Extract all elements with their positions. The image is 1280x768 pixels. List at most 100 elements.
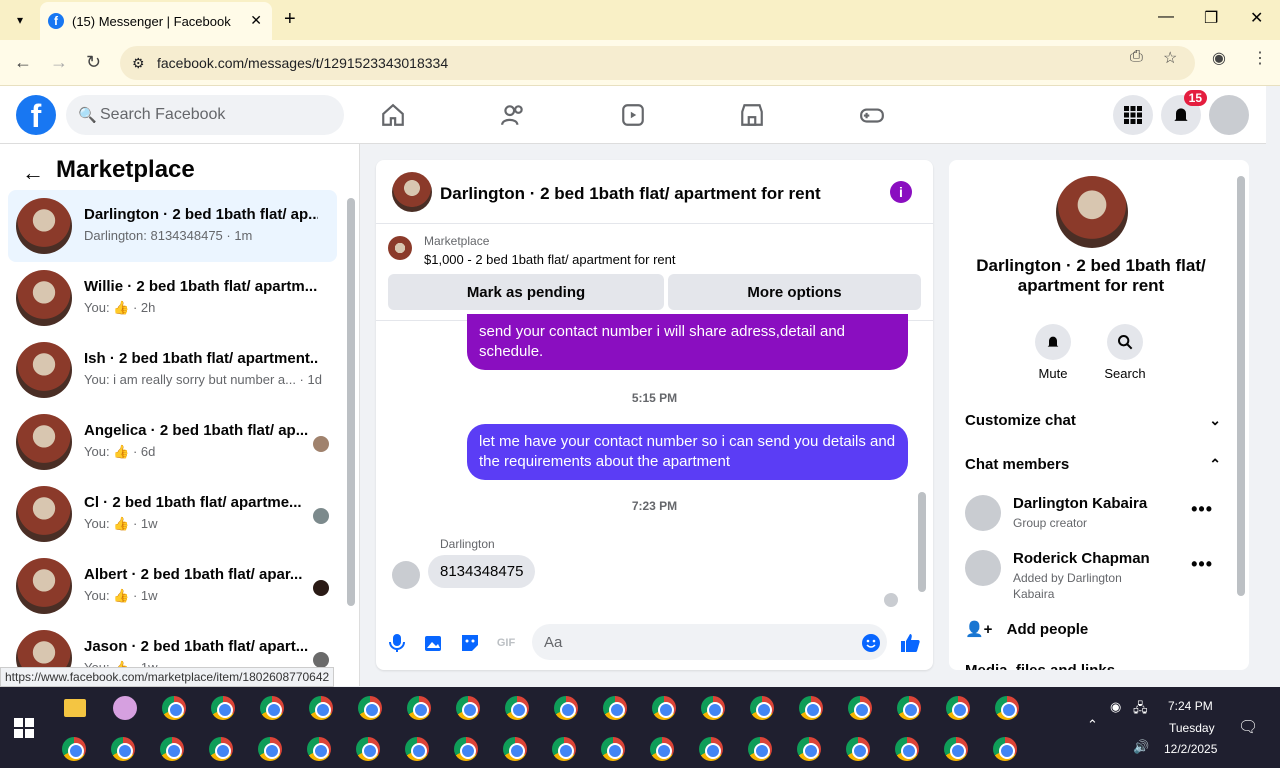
conversation-item[interactable]: Ish · 2 bed 1bath flat/ apartment... You… [8, 334, 337, 406]
new-tab-button[interactable]: + [284, 8, 296, 31]
conversation-item[interactable]: Albert · 2 bed 1bath flat/ apar... You: … [8, 550, 337, 622]
listing-price-title[interactable]: $1,000 - 2 bed 1bath flat/ apartment for… [424, 252, 676, 267]
sender-avatar[interactable] [392, 561, 420, 589]
chrome-window-icon[interactable] [946, 696, 970, 720]
friends-icon[interactable] [498, 100, 528, 130]
home-icon[interactable] [378, 100, 408, 130]
chrome-window-icon[interactable] [160, 737, 184, 761]
site-info-icon[interactable]: ⚙ [132, 55, 145, 72]
mute-button[interactable]: Mute [1023, 324, 1083, 381]
customize-chat-row[interactable]: Customize chat ⌄ [965, 412, 1221, 429]
clock-date[interactable]: 12/2/2025 [1164, 742, 1217, 756]
chrome-window-icon[interactable] [995, 696, 1019, 720]
chrome-window-icon[interactable] [456, 696, 480, 720]
chrome-window-icon[interactable] [505, 696, 529, 720]
notifications-bell-icon[interactable]: 15 [1161, 90, 1207, 135]
chrome-window-icon[interactable] [993, 737, 1017, 761]
incoming-message[interactable]: 8134348475 [428, 555, 536, 588]
paint-app-icon[interactable] [113, 696, 137, 720]
search-chat-button[interactable]: Search [1095, 324, 1155, 381]
chrome-window-icon[interactable] [748, 737, 772, 761]
show-hidden-icons-icon[interactable]: ⌃ [1087, 717, 1098, 733]
chrome-window-icon[interactable] [358, 696, 382, 720]
chrome-window-icon[interactable] [356, 737, 380, 761]
browser-menu-icon[interactable]: ⋮ [1252, 48, 1268, 68]
microphone-icon[interactable] [386, 632, 408, 654]
chrome-window-icon[interactable] [209, 737, 233, 761]
profile-icon[interactable]: ◉ [1212, 48, 1226, 68]
like-thumb-icon[interactable] [899, 632, 921, 654]
chrome-window-icon[interactable] [603, 696, 627, 720]
conversation-item[interactable]: Cl · 2 bed 1bath flat/ apartme... You: 👍… [8, 478, 337, 550]
listing-thumbnail[interactable] [388, 236, 412, 260]
chat-avatar[interactable] [392, 172, 432, 212]
browser-tab[interactable]: f (15) Messenger | Facebook ✕ [40, 2, 272, 40]
address-bar[interactable]: ⚙ facebook.com/messages/t/12915233430183… [120, 46, 1195, 80]
message-input[interactable]: Aa [532, 624, 887, 660]
more-options-icon[interactable]: ••• [1191, 499, 1213, 520]
scrollbar[interactable] [1237, 176, 1245, 596]
chrome-window-icon[interactable] [650, 737, 674, 761]
chrome-window-icon[interactable] [552, 737, 576, 761]
clock-time[interactable]: 7:24 PM [1168, 699, 1213, 713]
chrome-window-icon[interactable] [454, 737, 478, 761]
media-files-row[interactable]: Media, files and links [965, 662, 1221, 670]
chrome-window-icon[interactable] [307, 737, 331, 761]
close-tab-icon[interactable]: ✕ [250, 12, 262, 29]
photo-icon[interactable] [423, 632, 445, 654]
chrome-window-icon[interactable] [750, 696, 774, 720]
chrome-window-icon[interactable] [162, 696, 186, 720]
conversation-item[interactable]: Angelica · 2 bed 1bath flat/ ap... You: … [8, 406, 337, 478]
menu-grid-icon[interactable] [1113, 95, 1153, 135]
forward-icon[interactable]: → [50, 52, 68, 73]
more-options-button[interactable]: More options [668, 274, 921, 310]
chrome-window-icon[interactable] [405, 737, 429, 761]
search-facebook-input[interactable]: 🔍 Search Facebook [66, 95, 344, 135]
record-icon[interactable]: ◉ [1110, 699, 1121, 715]
back-arrow-icon[interactable]: ← [22, 160, 44, 186]
chrome-window-icon[interactable] [407, 696, 431, 720]
listing-avatar[interactable] [1056, 176, 1128, 248]
facebook-logo-icon[interactable]: f [16, 95, 56, 135]
member-item[interactable]: Roderick Chapman Added by Darlington Kab… [965, 550, 1221, 601]
marketplace-icon[interactable] [737, 100, 767, 130]
chrome-window-icon[interactable] [258, 737, 282, 761]
chrome-window-icon[interactable] [62, 737, 86, 761]
restore-button[interactable]: ❐ [1204, 8, 1218, 28]
chrome-window-icon[interactable] [944, 737, 968, 761]
member-item[interactable]: Darlington Kabaira Group creator ••• [965, 495, 1221, 545]
more-options-icon[interactable]: ••• [1191, 554, 1213, 575]
chat-members-row[interactable]: Chat members ⌃ [965, 456, 1221, 473]
windows-start-icon[interactable] [14, 718, 34, 738]
chrome-window-icon[interactable] [309, 696, 333, 720]
minimize-button[interactable]: — [1158, 8, 1174, 26]
chrome-window-icon[interactable] [848, 696, 872, 720]
chrome-window-icon[interactable] [701, 696, 725, 720]
chrome-window-icon[interactable] [897, 696, 921, 720]
conversation-item[interactable]: Willie · 2 bed 1bath flat/ apartm... You… [8, 262, 337, 334]
back-icon[interactable]: ← [14, 52, 32, 73]
chrome-window-icon[interactable] [652, 696, 676, 720]
conversation-item[interactable]: Darlington · 2 bed 1bath flat/ ap... Dar… [8, 190, 337, 262]
outgoing-message[interactable]: let me have your contact number so i can… [467, 424, 908, 480]
chrome-window-icon[interactable] [503, 737, 527, 761]
chrome-window-icon[interactable] [111, 737, 135, 761]
notifications-center-icon[interactable]: 🗨 [1238, 717, 1258, 737]
scrollbar[interactable] [918, 492, 926, 592]
chrome-window-icon[interactable] [895, 737, 919, 761]
add-people-row[interactable]: 👤+ Add people [965, 620, 1221, 638]
reload-icon[interactable]: ↻ [86, 52, 101, 73]
gaming-icon[interactable] [857, 100, 887, 130]
chrome-window-icon[interactable] [699, 737, 723, 761]
sticker-icon[interactable] [459, 632, 481, 654]
chrome-window-icon[interactable] [260, 696, 284, 720]
video-icon[interactable] [618, 100, 648, 130]
chrome-window-icon[interactable] [601, 737, 625, 761]
bookmark-star-icon[interactable]: ☆ [1163, 48, 1177, 68]
account-avatar[interactable] [1209, 95, 1249, 135]
chat-title[interactable]: Darlington · 2 bed 1bath flat/ apartment… [440, 184, 821, 204]
chrome-window-icon[interactable] [846, 737, 870, 761]
volume-icon[interactable]: 🔊 [1133, 739, 1149, 755]
chrome-window-icon[interactable] [554, 696, 578, 720]
outgoing-message[interactable]: send your contact number i will share ad… [467, 314, 908, 370]
